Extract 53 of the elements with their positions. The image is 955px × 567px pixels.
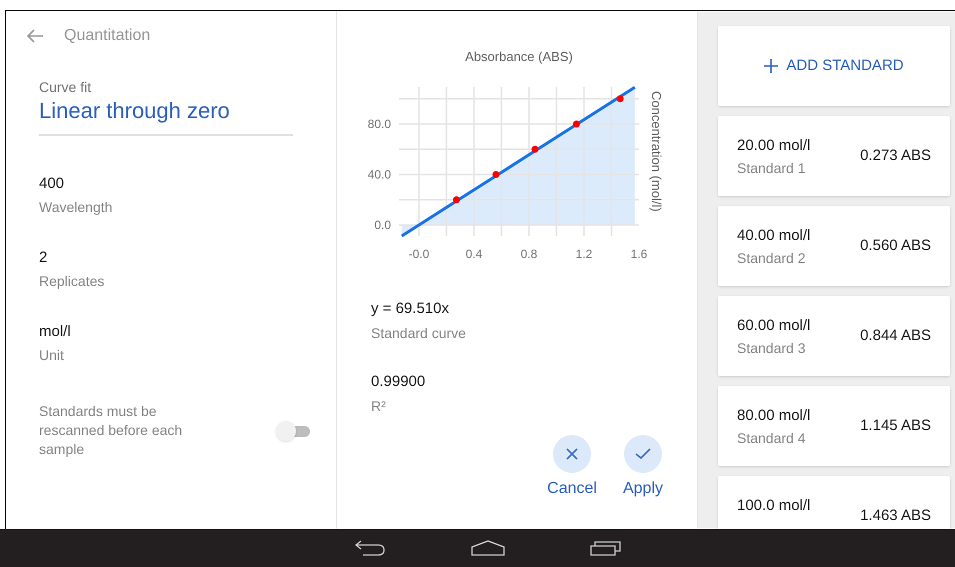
- x-tick-label: 1.6: [630, 247, 648, 261]
- result-value: 0.99900: [371, 372, 426, 392]
- x-tick-label: 0.4: [466, 247, 482, 261]
- standard-concentration: 20.00 mol/l: [737, 136, 810, 156]
- y-tick-label: 80.0: [368, 117, 391, 131]
- setting-value[interactable]: 400: [39, 174, 336, 194]
- standard-name: Standard 3: [737, 338, 806, 356]
- standard-card[interactable]: 20.00 mol/l Standard 1 0.273 ABS: [718, 116, 950, 196]
- standard-absorbance: 0.560 ABS: [860, 236, 931, 256]
- home-icon[interactable]: [470, 540, 504, 556]
- result-label: R²: [371, 397, 387, 415]
- standard-name: Standard 4: [737, 428, 806, 446]
- plus-icon: [764, 59, 778, 73]
- standard-concentration: 40.00 mol/l: [737, 226, 810, 246]
- curve-fit-label: Curve fit: [39, 78, 92, 96]
- result-value: y = 69.510x: [371, 299, 450, 319]
- standard-card[interactable]: 40.00 mol/l Standard 2 0.560 ABS: [718, 206, 950, 286]
- standard-absorbance: 0.844 ABS: [860, 326, 931, 346]
- standard-concentration: 80.00 mol/l: [737, 406, 810, 426]
- cancel-button[interactable]: Cancel: [547, 435, 597, 499]
- standard-name: Standard 1: [737, 158, 806, 176]
- setting-label: Unit: [39, 346, 65, 364]
- apply-button[interactable]: Apply: [622, 435, 663, 499]
- standard-concentration: 100.0 mol/l: [737, 496, 810, 516]
- x-tick-label: 1.2: [576, 247, 592, 261]
- standard-concentration: 60.00 mol/l: [737, 316, 810, 336]
- standard-card[interactable]: 60.00 mol/l Standard 3 0.844 ABS: [718, 296, 950, 376]
- y-tick-label: 0.0: [374, 218, 391, 232]
- x-axis-title: Absorbance (ABS): [465, 49, 573, 64]
- y-axis-title: Concentration (mol/l): [649, 91, 664, 212]
- screen-title: Quantitation: [64, 26, 150, 46]
- x-tick-label: -0.0: [408, 247, 430, 261]
- curve-fit-dropdown[interactable]: Linear through zero: [39, 96, 293, 136]
- setting-label: Replicates: [39, 272, 106, 290]
- back-arrow-icon[interactable]: [26, 29, 44, 43]
- standard-absorbance: 1.145 ABS: [860, 416, 931, 436]
- y-tick-label: 40.0: [368, 168, 391, 182]
- rescan-label: Standards must be rescanned before each sample: [39, 402, 184, 459]
- result-label: Standard curve: [371, 324, 467, 342]
- setting-value[interactable]: mol/l: [39, 322, 336, 342]
- add-standard-button[interactable]: ADD STANDARD: [718, 26, 950, 106]
- standard-card[interactable]: 100.0 mol/l 1.463 ABS: [718, 476, 950, 529]
- setting-value[interactable]: 2: [39, 248, 336, 268]
- setting-label: Wavelength: [39, 198, 114, 216]
- recent-apps-icon[interactable]: [590, 540, 622, 556]
- standard-name: Standard 2: [737, 248, 806, 266]
- close-icon: [565, 447, 580, 461]
- x-tick-label: 0.8: [520, 247, 538, 261]
- standard-card[interactable]: 80.00 mol/l Standard 4 1.145 ABS: [718, 386, 950, 466]
- check-icon: [634, 448, 651, 460]
- standard-absorbance: 1.463 ABS: [860, 506, 931, 526]
- standard-absorbance: 0.273 ABS: [860, 146, 931, 166]
- back-icon[interactable]: [354, 540, 386, 556]
